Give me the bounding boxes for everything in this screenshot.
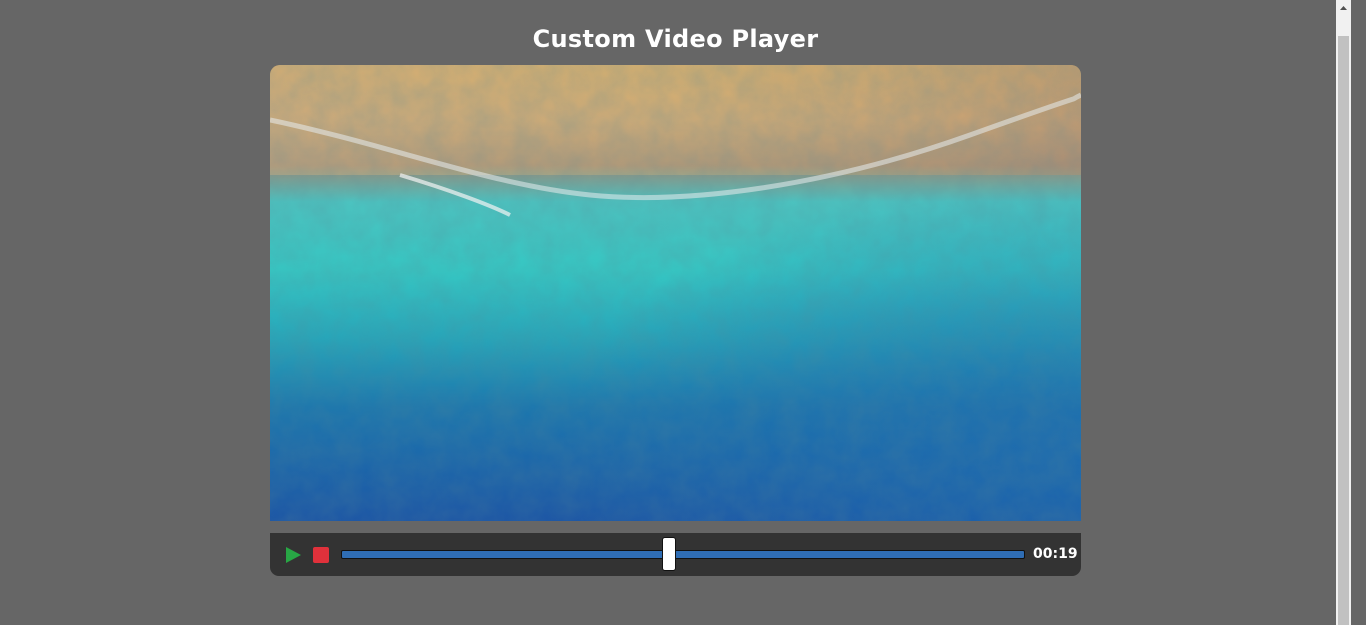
progress-bar[interactable] [341,537,1025,571]
play-icon [286,547,301,563]
progress-thumb[interactable] [662,537,677,571]
video-frame [270,65,1081,521]
page-scrollbar[interactable] [1336,0,1351,625]
video-controls: 00:19 [270,533,1081,576]
scrollbar-thumb[interactable] [1338,36,1349,625]
play-button[interactable] [283,545,303,565]
page: Custom Video Player 00:19 [0,0,1351,625]
scroll-up-arrow-icon[interactable] [1336,0,1351,15]
video-display[interactable] [270,65,1081,521]
page-title: Custom Video Player [532,25,819,53]
time-display: 00:19 [1033,546,1078,562]
stop-button[interactable] [313,547,329,563]
